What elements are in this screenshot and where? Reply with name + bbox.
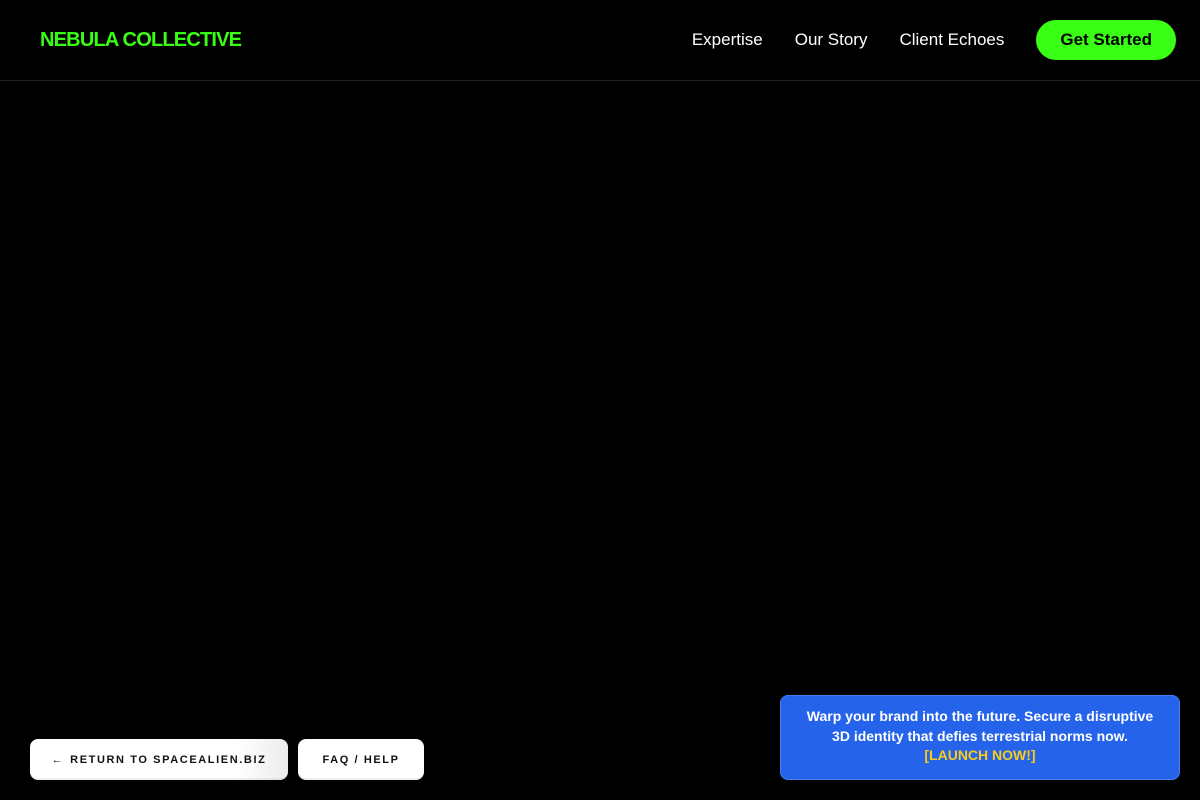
page: NEBULA COLLECTIVE Expertise Our Story Cl… [0,0,1200,800]
promo-banner: Warp your brand into the future. Secure … [780,695,1180,780]
site-header: NEBULA COLLECTIVE Expertise Our Story Cl… [0,0,1200,81]
main-nav: Expertise Our Story Client Echoes Get St… [692,20,1176,60]
return-to-site-button[interactable]: ← RETURN TO SPACEALIEN.BIZ [30,739,288,780]
hero-section [0,81,1200,800]
brand-logo[interactable]: NEBULA COLLECTIVE [40,29,242,52]
nav-link-our-story[interactable]: Our Story [795,30,868,50]
return-to-site-label: RETURN TO SPACEALIEN.BIZ [70,753,267,766]
nav-link-expertise[interactable]: Expertise [692,30,763,50]
faq-help-button[interactable]: FAQ / HELP [298,739,424,780]
promo-text: Warp your brand into the future. Secure … [806,708,1154,744]
get-started-button[interactable]: Get Started [1036,20,1176,60]
nav-link-client-echoes[interactable]: Client Echoes [899,30,1004,50]
left-arrow-icon: ← [51,753,65,766]
launch-now-link[interactable]: [LAUNCH NOW!] [799,746,1161,766]
